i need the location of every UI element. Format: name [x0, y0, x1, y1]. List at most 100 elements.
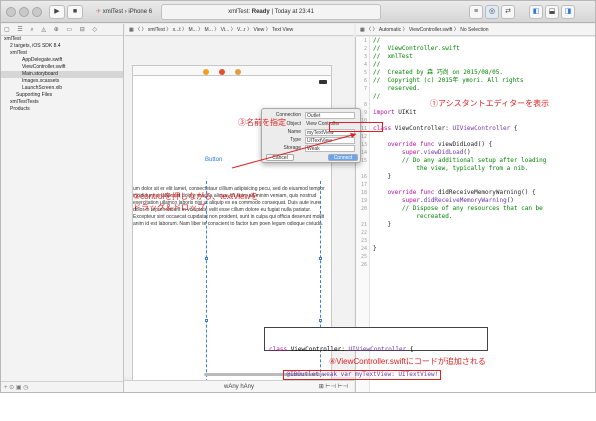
resize-handle[interactable] [319, 257, 322, 260]
file-tree-item[interactable]: AppDelegate.swift [1, 57, 123, 64]
code-line[interactable]: // ViewController.swift [373, 45, 595, 53]
code-line[interactable]: super.didReceiveMemoryWarning() [373, 197, 595, 205]
code-token: ViewController: [394, 125, 453, 132]
line-number: 17 [360, 182, 367, 188]
code-line[interactable] [373, 117, 595, 125]
size-class-selector[interactable]: wAny hAny [224, 381, 254, 392]
toolbar: ▶ ■ ✈ xmlTest › iPhone 6 xmlTest: Ready … [1, 1, 595, 23]
line-number: 1 [363, 38, 367, 44]
code-token: recreated. [373, 213, 453, 220]
code-token: import [373, 109, 399, 116]
code-token: // Dispose of any resources that can be [373, 205, 543, 212]
code-token: // [373, 37, 381, 44]
code-line[interactable] [373, 181, 595, 189]
close-window-button[interactable] [6, 7, 16, 17]
code-line[interactable]: override func didReceiveMemoryWarning() … [373, 189, 595, 197]
code-line[interactable] [373, 229, 595, 237]
code-line[interactable]: // Dispose of any resources that can be [373, 205, 595, 213]
code-line[interactable]: import UIKit [373, 109, 595, 117]
file-tree-item[interactable]: 2 targets, iOS SDK 8.4 [1, 43, 123, 50]
code-line[interactable]: // [373, 37, 595, 45]
run-button[interactable]: ▶ [49, 5, 65, 19]
type-field[interactable]: UITextView [305, 137, 355, 144]
code-token: UIKit [398, 109, 417, 116]
cancel-button[interactable]: Cancel [266, 154, 294, 161]
project-navigator: ▢ ☰ ⌕ ◬ ⊕ ▭ ⊟ ◇ xmlTest 2 targets, iOS SD… [1, 24, 124, 392]
type-row: Type UITextView [265, 137, 359, 144]
navigator-toggle-button[interactable]: ◧ [529, 5, 543, 19]
stop-button[interactable]: ■ [67, 5, 83, 19]
code-line[interactable]: super.viewDidLoad() [373, 149, 595, 157]
battery-icon [319, 80, 327, 84]
code-line[interactable] [373, 133, 595, 141]
line-number: 19 [360, 198, 367, 204]
debug-toggle-button[interactable]: ⬓ [545, 5, 559, 19]
code-line[interactable]: override func viewDidLoad() { [373, 141, 595, 149]
code-line[interactable]: // xmlTest [373, 53, 595, 61]
utilities-toggle-button[interactable]: ◨ [561, 5, 575, 19]
file-tree-item[interactable]: ViewController.swift [1, 64, 123, 71]
code-line[interactable]: the view, typically from a nib. [373, 165, 595, 173]
code-line[interactable]: reserved. [373, 85, 595, 93]
code-token: didReceiveMemoryWarning [423, 197, 507, 204]
zoom-window-button[interactable] [32, 7, 42, 17]
assistant-editor-button[interactable]: ◎ [485, 5, 499, 19]
standard-editor-button[interactable]: ≡ [469, 5, 483, 19]
file-tree-item[interactable]: Images.xcassets [1, 78, 123, 85]
code-token: override func [373, 141, 439, 148]
file-tree-item[interactable]: xmlTestTests [1, 99, 123, 106]
annotation-step-3: ③名前を指定 [238, 118, 286, 127]
connection-select[interactable]: Outlet [305, 112, 355, 119]
code-token: didReceiveMemoryWarning() { [438, 189, 536, 196]
button-label[interactable]: Button [205, 157, 222, 163]
code-line[interactable]: // Copyright (c) 2015年 ymori. All rights [373, 77, 595, 85]
resize-handle[interactable] [205, 319, 208, 322]
code-line[interactable]: // Do any additional setup after loading [373, 157, 595, 165]
code-line[interactable] [373, 261, 595, 269]
line-number: 6 [363, 78, 367, 84]
added-code-callout: class ViewController: UIViewController {… [264, 327, 488, 380]
selection-left-edge [206, 181, 207, 392]
jump-bar-left[interactable]: ▦ 〈 〉 xmlTest 〉 x...t 〉 M... 〉 M... 〉 Vi… [125, 24, 354, 36]
code-line[interactable]: recreated. [373, 213, 595, 221]
resize-handle[interactable] [205, 257, 208, 260]
code-line[interactable]: // [373, 61, 595, 69]
version-editor-button[interactable]: ⇄ [501, 5, 515, 19]
code-line[interactable]: } [373, 173, 595, 181]
code-line[interactable]: } [373, 221, 595, 229]
jump-bar-right[interactable]: ▦ 〈 〉 Automatic 〉 ViewController.swift 〉… [356, 24, 595, 36]
code-token: () [506, 197, 514, 204]
code-token: // Copyright (c) 2015年 ymori. All rights [373, 77, 524, 84]
code-line[interactable] [373, 253, 595, 261]
code-line[interactable]: class ViewController: UIViewController { [373, 125, 595, 133]
code-area[interactable]: //// ViewController.swift// xmlTest//// … [373, 37, 595, 269]
status-time: Today at 23:41 [274, 9, 314, 15]
code-token: // Do any additional setup after loading [373, 157, 547, 164]
navigator-footer[interactable]: + ⊙ ▣ ◷ [1, 381, 123, 392]
navigator-tabs[interactable]: ▢ ☰ ⌕ ◬ ⊕ ▭ ⊟ ◇ [1, 24, 123, 36]
code-token: override func [373, 189, 439, 196]
line-number: 22 [360, 230, 367, 236]
chevron-right-icon: › [124, 9, 127, 15]
file-tree-item[interactable]: LaunchScreen.xib [1, 85, 123, 92]
file-tree: xmlTest 2 targets, iOS SDK 8.4 xmlTest AppD… [1, 36, 123, 113]
code-token: reserved. [373, 85, 420, 92]
file-tree-item[interactable]: xmlTest [1, 50, 123, 57]
minimize-window-button[interactable] [19, 7, 29, 17]
code-token: viewDidLoad() { [438, 141, 493, 148]
line-number: 24 [360, 246, 367, 252]
storage-select[interactable]: Weak [305, 145, 355, 152]
resize-handle[interactable] [319, 319, 322, 322]
connect-button[interactable]: Connect [328, 154, 358, 161]
code-line[interactable]: } [373, 245, 595, 253]
line-number: 21 [360, 222, 367, 228]
code-line[interactable]: // Created by 森 巧尚 on 2015/08/05. [373, 69, 595, 77]
file-tree-item[interactable]: Products [1, 106, 123, 113]
line-number: 7 [363, 86, 367, 92]
status-state: Ready [251, 9, 270, 15]
file-tree-item[interactable]: xmlTest [1, 36, 123, 43]
code-line[interactable] [373, 237, 595, 245]
iboutlet-line: @IBOutlet weak var myTextView: UITextVie… [283, 370, 442, 380]
file-tree-item[interactable]: Main.storyboard [1, 71, 123, 78]
file-tree-item[interactable]: Supporting Files [1, 92, 123, 99]
